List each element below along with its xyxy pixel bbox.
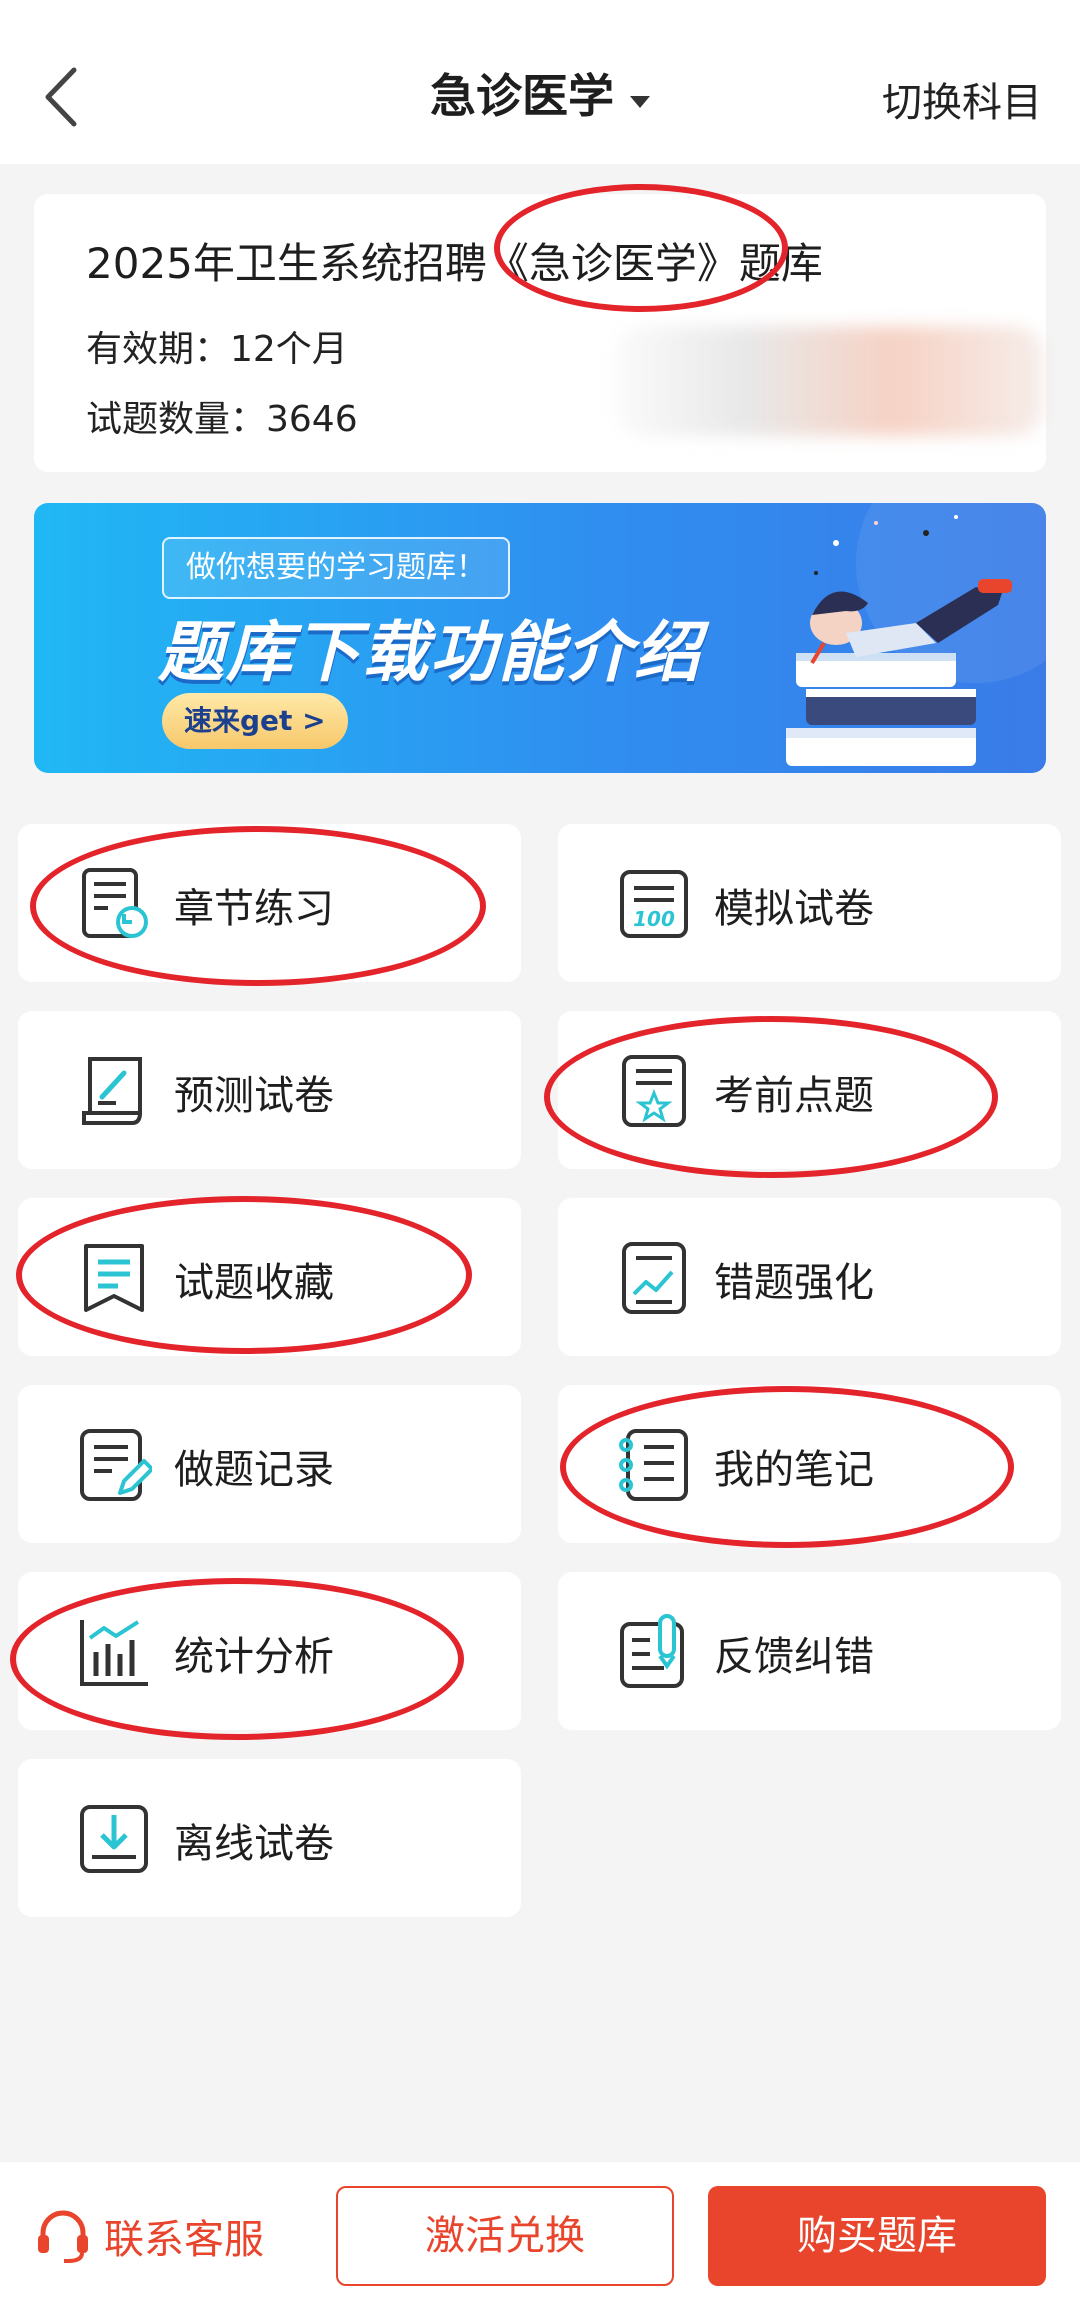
- page-title[interactable]: 急诊医学: [430, 69, 614, 123]
- top-bar: 急诊医学 切换科目: [0, 0, 1080, 164]
- prediction-exam-icon: [82, 1057, 143, 1125]
- blurred-region: [614, 326, 1044, 436]
- tile-prediction-exam[interactable]: 预测试卷: [18, 1011, 521, 1169]
- tile-pre-exam-tips[interactable]: 考前点题: [558, 1011, 1061, 1169]
- notebook-icon: [619, 1429, 688, 1501]
- tile-my-notes[interactable]: 我的笔记: [558, 1385, 1061, 1543]
- statistics-icon: [80, 1620, 148, 1686]
- bookmark-icon: [84, 1244, 144, 1312]
- wrong-answers-icon: [622, 1242, 686, 1314]
- bank-title: 2025年卫生系统招聘《急诊医学》题库: [86, 239, 823, 288]
- mock-exam-icon: 100: [620, 870, 688, 938]
- tile-wrong-answers[interactable]: 错题强化: [558, 1198, 1061, 1356]
- switch-subject-button[interactable]: 切换科目: [882, 70, 1042, 128]
- tile-label: 预测试卷: [174, 1073, 334, 1119]
- tile-statistics[interactable]: 统计分析: [18, 1572, 521, 1730]
- tile-label: 模拟试卷: [714, 886, 874, 932]
- tile-label: 做题记录: [174, 1447, 334, 1493]
- contact-service-label: 联系客服: [104, 2217, 264, 2263]
- tile-feedback[interactable]: 反馈纠错: [558, 1572, 1061, 1730]
- contact-service-button[interactable]: 联系客服: [34, 2206, 264, 2266]
- bottom-action-bar: 联系客服 激活兑换 购买题库: [0, 2162, 1080, 2308]
- student-reading-illustration: [786, 503, 1046, 766]
- headset-icon: [38, 2210, 88, 2263]
- dropdown-caret-icon[interactable]: [630, 95, 650, 108]
- redeem-button[interactable]: 激活兑换: [336, 2186, 674, 2286]
- tile-label: 章节练习: [174, 886, 334, 932]
- question-bank-info-card: 2025年卫生系统招聘《急诊医学》题库 有效期：12个月 试题数量：3646: [34, 194, 1046, 472]
- tile-history[interactable]: 做题记录: [18, 1385, 521, 1543]
- tile-label: 离线试卷: [174, 1821, 334, 1867]
- tile-bookmarks[interactable]: 试题收藏: [18, 1198, 521, 1356]
- svg-text:100: 100: [633, 907, 675, 931]
- question-count: 试题数量：3646: [86, 399, 358, 440]
- tile-label: 反馈纠错: [714, 1634, 874, 1680]
- tile-label: 我的笔记: [714, 1447, 874, 1493]
- tile-mock-exam[interactable]: 100 模拟试卷: [558, 824, 1061, 982]
- banner-cta-button[interactable]: 速来get >: [162, 693, 348, 749]
- validity-period: 有效期：12个月: [86, 329, 348, 370]
- tile-offline-exam[interactable]: 离线试卷: [18, 1759, 521, 1917]
- promo-banner[interactable]: 做你想要的学习题库！ 题库下载功能介绍 速来get >: [34, 503, 1046, 773]
- tile-label: 考前点题: [714, 1073, 874, 1119]
- download-icon: [80, 1805, 148, 1873]
- tile-chapter-practice[interactable]: 章节练习: [18, 824, 521, 982]
- tile-label: 统计分析: [174, 1634, 334, 1680]
- history-icon: [80, 1429, 152, 1501]
- pre-exam-tips-icon: [622, 1055, 686, 1127]
- feedback-icon: [620, 1614, 684, 1688]
- banner-headline: 题库下载功能介绍: [158, 614, 702, 691]
- tile-label: 试题收藏: [174, 1260, 334, 1306]
- chapter-practice-icon: [82, 868, 148, 938]
- buy-bank-button[interactable]: 购买题库: [708, 2186, 1046, 2286]
- tile-label: 错题强化: [714, 1260, 874, 1306]
- banner-tagline: 做你想要的学习题库！: [162, 537, 510, 599]
